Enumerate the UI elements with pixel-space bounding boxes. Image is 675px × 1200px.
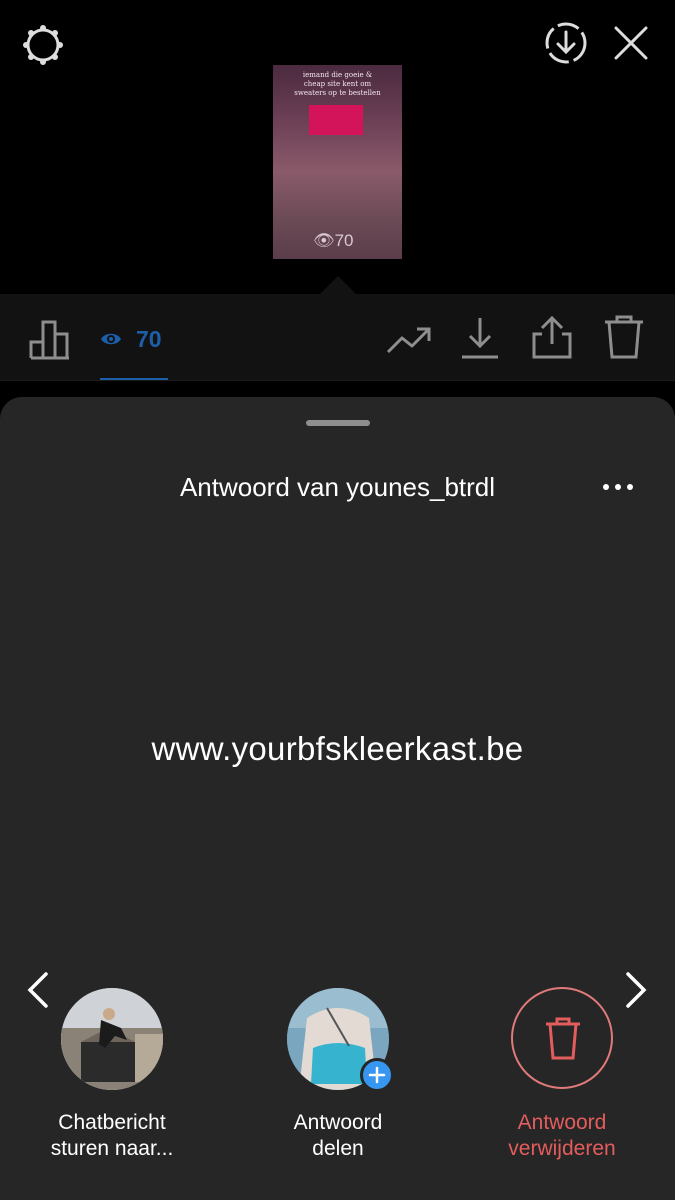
delete-answer-button[interactable] [511, 987, 613, 1089]
eye-icon [101, 333, 121, 345]
story-caption: iemand die goeie & cheap site kent om sw… [294, 71, 381, 97]
settings-button[interactable] [20, 22, 66, 68]
promote-button[interactable] [386, 322, 432, 358]
viewers-count: 70 [136, 326, 162, 352]
next-answer-button[interactable] [618, 968, 654, 1012]
sheet-title: Antwoord van younes_btrdl [179, 472, 496, 502]
avatar-photo [61, 988, 163, 1090]
sheet-grabber[interactable] [306, 420, 370, 426]
more-options-button[interactable] [596, 472, 640, 502]
gear-icon [23, 25, 63, 65]
answer-text: www.yourbfskleerkast.be [151, 730, 524, 767]
label-line: Antwoord [293, 1111, 383, 1134]
send-chat-label[interactable]: Chatbericht sturen naar... [27, 1110, 197, 1162]
active-tab-indicator [100, 378, 168, 380]
share-answer-label[interactable]: Antwoord delen [253, 1110, 423, 1162]
chevron-right-icon [626, 972, 647, 1008]
chevron-left-icon [27, 972, 48, 1008]
close-button[interactable] [612, 24, 650, 62]
question-sticker [309, 105, 363, 135]
story-thumbnail[interactable]: iemand die goeie & cheap site kent om sw… [273, 65, 402, 259]
eye-icon: 👁 [313, 231, 335, 250]
close-icon [614, 26, 648, 60]
share-button[interactable] [530, 314, 574, 360]
trash-icon [546, 1017, 580, 1060]
share-icon [532, 315, 572, 359]
label-line: Chatbericht [58, 1111, 166, 1134]
plus-icon [368, 1066, 386, 1084]
download-icon [462, 318, 498, 359]
trend-icon [386, 327, 431, 354]
more-icon [603, 484, 633, 490]
save-story-button[interactable] [543, 20, 589, 66]
label-line: Antwoord [517, 1111, 607, 1134]
label-line: delen [312, 1137, 364, 1160]
responder-avatar[interactable] [61, 988, 163, 1090]
thumbnail-pointer [320, 276, 356, 294]
share-plus-badge [360, 1058, 394, 1092]
label-line: verwijderen [508, 1137, 616, 1160]
delete-story-button[interactable] [602, 314, 646, 360]
bar-chart-icon [29, 320, 69, 360]
previous-answer-button[interactable] [20, 968, 56, 1012]
label-line: sturen naar... [50, 1137, 174, 1160]
download-button[interactable] [460, 316, 500, 360]
insights-button[interactable] [28, 316, 72, 360]
download-circle-icon [545, 22, 587, 64]
story-view-count: 👁70 [313, 231, 354, 250]
trash-icon [605, 315, 643, 359]
delete-answer-label[interactable]: Antwoord verwijderen [477, 1110, 647, 1162]
